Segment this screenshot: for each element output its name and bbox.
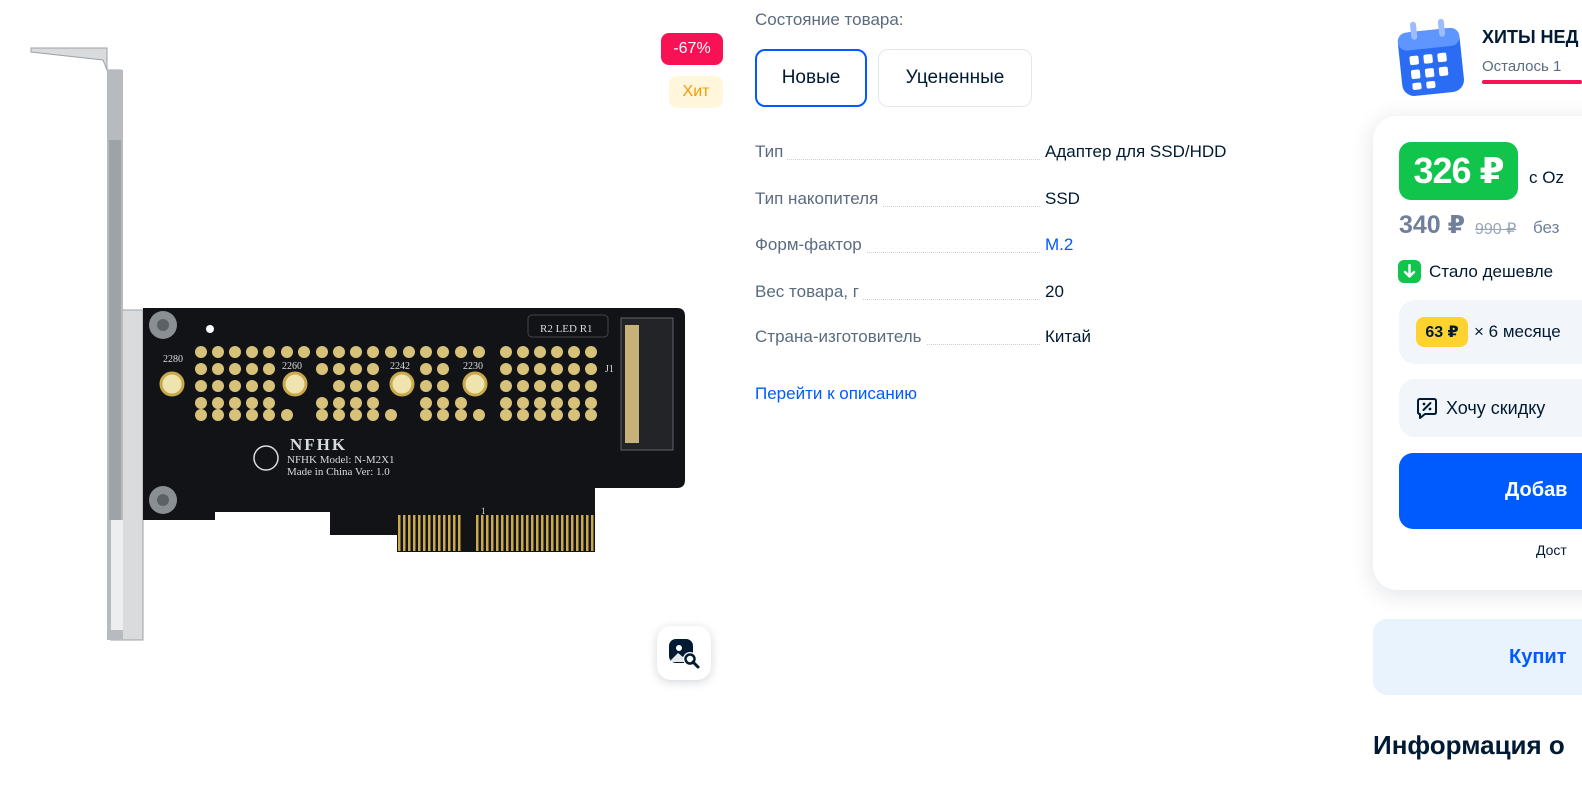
spec-value: SSD: [1045, 189, 1080, 208]
size-label-2280: 2280: [163, 354, 183, 365]
promo-progress-line: [1482, 80, 1582, 84]
hit-badge: Хит: [669, 76, 723, 108]
image-search-button[interactable]: [657, 626, 711, 680]
discount-chat-icon: [1417, 398, 1437, 419]
regular-price: 340 ₽: [1399, 211, 1466, 239]
go-to-description-link[interactable]: Перейти к описанию: [755, 384, 917, 404]
installment-price: 63 ₽: [1416, 317, 1468, 347]
board-origin: Made in China Ver: 1.0: [287, 466, 390, 478]
installment-text: × 6 месяце: [1474, 322, 1561, 341]
spec-row-weight: Вес товара, г 20: [755, 282, 1355, 306]
board-brand: NFHK: [290, 435, 347, 454]
old-price: 990 ₽: [1475, 221, 1517, 238]
add-to-cart-button[interactable]: Добав: [1399, 453, 1582, 529]
condition-option-new[interactable]: Новые: [755, 49, 867, 107]
want-discount-label: Хочу скидку: [1446, 398, 1546, 418]
spec-label: Форм-фактор: [755, 235, 866, 255]
product-gallery: 2280 2260 2242 2230 R2 LED R1 J1 1 NFHK …: [0, 0, 740, 700]
size-label-2260: 2260: [282, 361, 302, 372]
pin-label: 1: [481, 506, 486, 516]
led-label: R2 LED R1: [540, 323, 593, 335]
spec-label: Тип накопителя: [755, 189, 883, 209]
spec-label: Вес товара, г: [755, 282, 863, 302]
condition-option-used[interactable]: Уцененные: [878, 49, 1032, 107]
spec-row-type: Тип Адаптер для SSD/HDD: [755, 142, 1355, 166]
card-price-note: с Oz: [1529, 168, 1564, 187]
spec-value: Китай: [1045, 327, 1091, 346]
promo-title[interactable]: ХИТЫ НЕД: [1482, 27, 1578, 48]
buy-now-label: Купит: [1509, 646, 1567, 668]
size-label-2242: 2242: [390, 361, 410, 372]
spec-row-storage-type: Тип накопителя SSD: [755, 189, 1355, 213]
promo-subtitle: Осталось 1: [1482, 58, 1562, 75]
spec-value: 20: [1045, 282, 1064, 301]
spec-label: Тип: [755, 142, 788, 162]
calendar-icon[interactable]: [1396, 16, 1468, 98]
spec-dots: [755, 159, 1040, 160]
board-model: NFHK Model: N-M2X1: [287, 454, 395, 466]
form-factor-link[interactable]: M.2: [1045, 235, 1073, 255]
size-label-2230: 2230: [463, 361, 483, 372]
product-image[interactable]: 2280 2260 2242 2230 R2 LED R1 J1 1 NFHK …: [25, 40, 695, 645]
delivery-text: Дост: [1536, 542, 1567, 558]
price-dropped-text[interactable]: Стало дешевле: [1429, 262, 1553, 282]
spec-row-form-factor: Форм-фактор M.2: [755, 235, 1355, 259]
spec-value: Адаптер для SSD/HDD: [1045, 142, 1227, 161]
spec-label: Страна-изготовитель: [755, 327, 926, 347]
discount-badge: -67%: [661, 33, 723, 65]
search-image-icon: [669, 639, 700, 669]
condition-title: Состояние товара:: [755, 10, 904, 29]
info-heading: Информация о: [1373, 730, 1565, 760]
arrow-down-icon: [1398, 260, 1421, 283]
card-price: 326 ₽: [1399, 142, 1518, 200]
spec-row-country: Страна-изготовитель Китай: [755, 327, 1355, 351]
connector-label: J1: [605, 364, 614, 375]
regular-price-note: без: [1533, 218, 1560, 237]
